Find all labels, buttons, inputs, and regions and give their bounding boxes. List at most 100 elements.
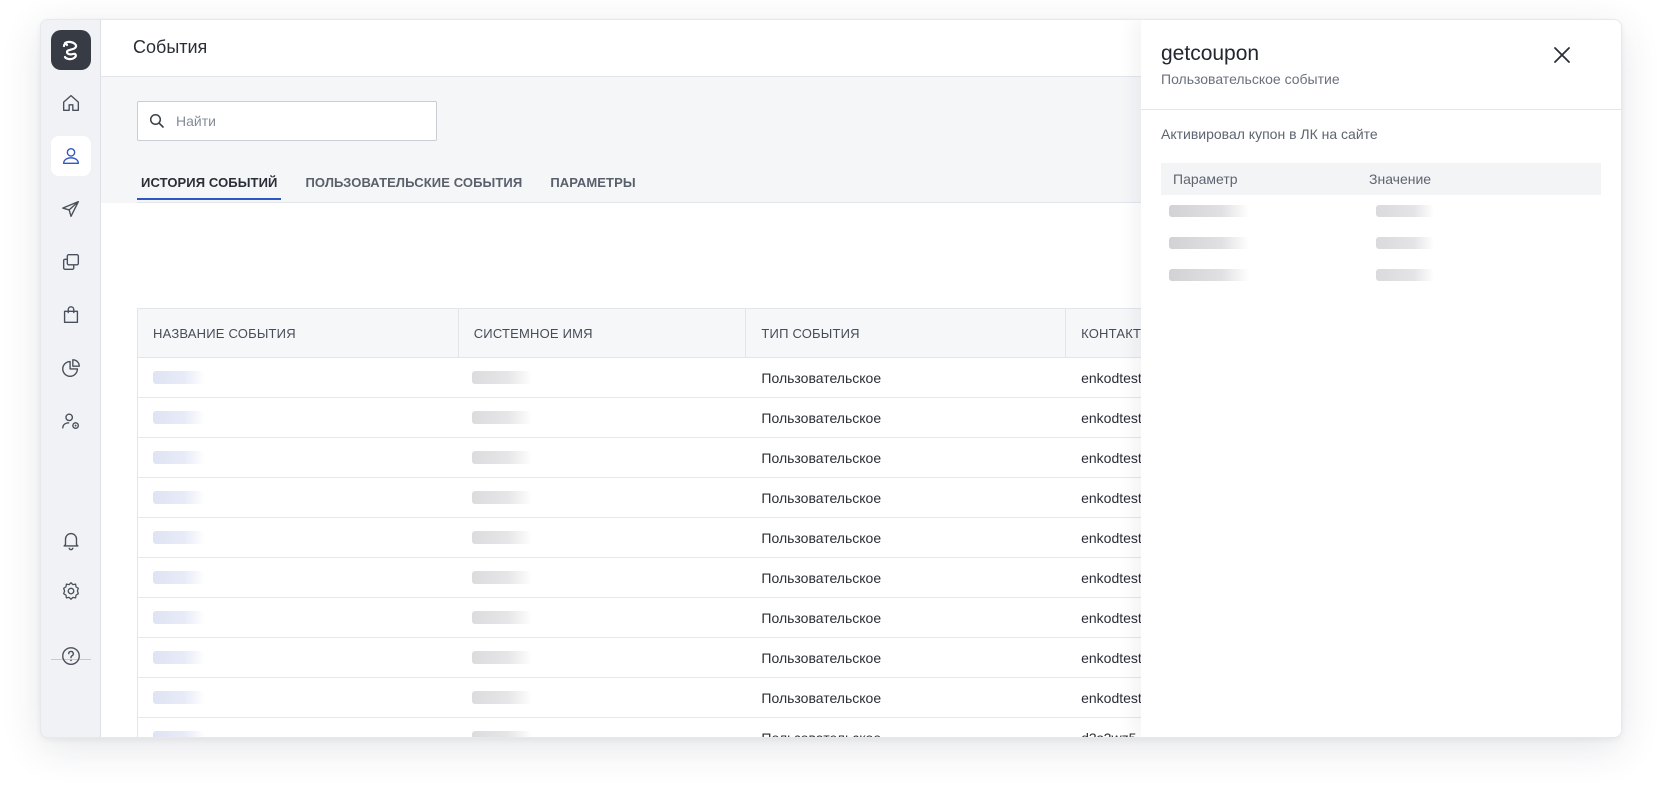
cell-event-name: [138, 598, 459, 637]
table-row[interactable]: Пользовательское enkodtest: [138, 638, 1181, 678]
cell-event-name: [138, 558, 459, 597]
table-row[interactable]: Пользовательское d3s2wz5: [138, 718, 1181, 738]
cell-system-name: [459, 518, 747, 557]
app-logo[interactable]: [51, 30, 91, 70]
cell-event-type: Пользовательское: [761, 369, 882, 386]
nav-help[interactable]: [51, 636, 91, 676]
search-box[interactable]: [137, 101, 437, 141]
user-icon: [62, 147, 80, 165]
table-body: Пользовательское enkodtest Пользовательско…: [138, 358, 1181, 738]
table-row[interactable]: Пользовательское enkodtest: [138, 678, 1181, 718]
redacted-value: [1376, 237, 1434, 249]
cell-event-name: [138, 398, 459, 437]
nav-contacts[interactable]: [51, 136, 91, 176]
send-icon: [62, 200, 80, 218]
cell-system-name: [459, 638, 747, 677]
logo-icon: [62, 40, 78, 61]
redacted-value: [471, 651, 532, 664]
nav-shop[interactable]: [51, 295, 91, 335]
help-icon: [62, 647, 80, 665]
redacted-value: [471, 491, 532, 504]
search-icon: [149, 113, 164, 128]
cell-system-name: [459, 358, 747, 397]
parameters-table-body: [1161, 195, 1601, 291]
nav-user-settings[interactable]: [51, 401, 91, 441]
redacted-value: [471, 731, 532, 737]
parameters-table-header: Параметр Значение: [1161, 163, 1601, 195]
pie-chart-icon: [62, 359, 80, 377]
redacted-value: [153, 571, 205, 584]
shopping-bag-icon: [63, 306, 79, 324]
cell-event-type: Пользовательское: [761, 649, 882, 666]
tab-event-history[interactable]: ИСТОРИЯ СОБЫТИЙ: [137, 170, 282, 200]
nav-analytics[interactable]: [51, 348, 91, 388]
redacted-value: [471, 691, 532, 704]
table-row[interactable]: Пользовательское enkodtest: [138, 358, 1181, 398]
redacted-value: [471, 611, 532, 624]
cell-system-name: [459, 718, 747, 737]
nav-notifications[interactable]: [51, 520, 91, 560]
nav-campaigns[interactable]: [51, 189, 91, 229]
redacted-value: [153, 411, 205, 424]
table-row[interactable]: Пользовательское enkodtest: [138, 438, 1181, 478]
close-panel-button[interactable]: [1549, 42, 1575, 68]
column-header-event-name[interactable]: НАЗВАНИЕ СОБЫТИЯ: [138, 309, 459, 357]
cell-event-name: [138, 718, 459, 737]
tabs: ИСТОРИЯ СОБЫТИЙ ПОЛЬЗОВАТЕЛЬСКИЕ СОБЫТИЯ…: [137, 170, 660, 200]
cell-event-type: Пользовательское: [761, 609, 882, 626]
cell-system-name: [459, 558, 747, 597]
redacted-value: [471, 411, 532, 424]
nav-home[interactable]: [51, 83, 91, 123]
redacted-parameter: [1169, 237, 1249, 249]
copy-icon: [62, 253, 80, 271]
nav-templates[interactable]: [51, 242, 91, 282]
cell-system-name: [459, 598, 747, 637]
tab-parameters[interactable]: ПАРАМЕТРЫ: [546, 170, 639, 200]
cell-system-name: [459, 398, 747, 437]
panel-description: Активировал купон в ЛК на сайте: [1161, 126, 1378, 142]
user-settings-icon: [62, 413, 80, 430]
table-row[interactable]: Пользовательское enkodtest: [138, 598, 1181, 638]
panel-header: getcoupon Пользовательское событие: [1141, 20, 1621, 110]
cell-event-type: Пользовательское: [761, 449, 882, 466]
redacted-value: [153, 651, 205, 664]
redacted-value: [153, 371, 205, 384]
cell-event-name: [138, 678, 459, 717]
panel-subtitle: Пользовательское событие: [1161, 71, 1340, 87]
redacted-value: [153, 731, 205, 737]
column-header-event-type[interactable]: ТИП СОБЫТИЯ: [746, 309, 1067, 357]
table-row[interactable]: Пользовательское enkodtest: [138, 478, 1181, 518]
column-header-value: Значение: [1369, 171, 1432, 187]
column-header-system-name[interactable]: СИСТЕМНОЕ ИМЯ: [459, 309, 747, 357]
bell-icon: [63, 532, 79, 551]
redacted-value: [471, 531, 532, 544]
top-bar: События: [101, 20, 1181, 77]
table-row[interactable]: Пользовательское enkodtest: [138, 518, 1181, 558]
home-icon: [62, 94, 80, 112]
search-input[interactable]: [176, 113, 416, 129]
sidebar: [41, 20, 101, 737]
cell-event-type: Пользовательское: [761, 409, 882, 426]
table-row[interactable]: Пользовательское enkodtest: [138, 398, 1181, 438]
redacted-value: [153, 531, 205, 544]
redacted-value: [153, 611, 205, 624]
nav-settings[interactable]: [51, 571, 91, 611]
tab-custom-events[interactable]: ПОЛЬЗОВАТЕЛЬСКИЕ СОБЫТИЯ: [301, 170, 526, 200]
table-row[interactable]: Пользовательское enkodtest: [138, 558, 1181, 598]
parameter-row: [1161, 227, 1601, 259]
redacted-value: [471, 451, 532, 464]
table-header: НАЗВАНИЕ СОБЫТИЯ СИСТЕМНОЕ ИМЯ ТИП СОБЫТ…: [138, 309, 1181, 358]
parameter-row: [1161, 259, 1601, 291]
redacted-value: [1376, 205, 1434, 217]
table-area: НАЗВАНИЕ СОБЫТИЯ СИСТЕМНОЕ ИМЯ ТИП СОБЫТ…: [101, 203, 1181, 738]
redacted-value: [153, 691, 205, 704]
redacted-value: [153, 491, 205, 504]
redacted-value: [471, 571, 532, 584]
redacted-value: [1376, 269, 1434, 281]
app-window: События ИСТОРИЯ СОБЫТИЙ ПОЛЬЗОВАТЕЛЬСКИЕ…: [40, 19, 1622, 738]
event-detail-panel: getcoupon Пользовательское событие Актив…: [1141, 20, 1621, 737]
cell-event-name: [138, 518, 459, 557]
cell-event-name: [138, 638, 459, 677]
cell-event-type: Пользовательское: [761, 729, 882, 738]
parameter-row: [1161, 195, 1601, 227]
